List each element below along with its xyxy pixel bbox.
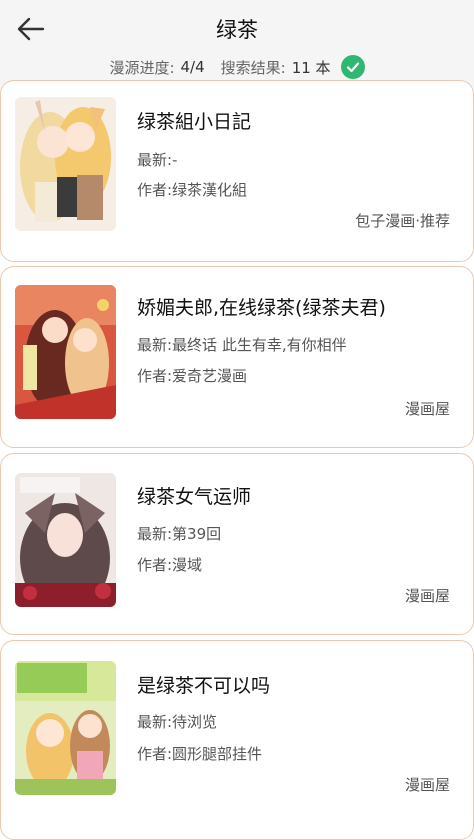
book-title: 娇媚夫郎,在线绿茶(绿茶夫君) (137, 297, 386, 319)
book-title: 绿茶組小日記 (137, 111, 252, 133)
page-title: 绿茶 (216, 18, 258, 42)
author: 作者:爱奇艺漫画 (137, 367, 248, 385)
result-label: 搜索结果: (220, 58, 286, 77)
latest-chapter: 最新:- (137, 151, 178, 169)
result-count: 11 本 (291, 58, 331, 77)
source-name: 漫画屋 (404, 776, 450, 794)
latest-chapter: 最新:待浏览 (137, 713, 218, 731)
latest-chapter: 最新:最终话 此生有幸,有你相伴 (137, 336, 347, 354)
result-card[interactable]: 绿茶組小日記 最新:- 作者:绿茶漢化組 包子漫画·推荐 (0, 80, 474, 262)
cover-image (15, 97, 116, 231)
progress-label: 漫源进度: (109, 58, 175, 77)
check-icon (340, 55, 365, 79)
cover-image (15, 285, 116, 419)
source-name: 包子漫画·推荐 (355, 212, 450, 230)
result-card[interactable]: 是绿茶不可以吗 最新:待浏览 作者:圆形腿部挂件 漫画屋 (0, 640, 474, 840)
book-title: 绿茶女气运师 (137, 486, 252, 508)
cover-image (15, 473, 116, 607)
app-header: 绿茶 漫源进度: 4/4 搜索结果: 11 本 (0, 0, 474, 92)
result-card[interactable]: 绿茶女气运师 最新:第39回 作者:漫域 漫画屋 (0, 453, 474, 635)
latest-chapter: 最新:第39回 (137, 525, 222, 543)
search-progress: 漫源进度: 4/4 搜索结果: 11 本 (0, 54, 474, 80)
author: 作者:绿茶漢化組 (137, 181, 248, 199)
cover-image (15, 661, 116, 795)
result-card[interactable]: 娇媚夫郎,在线绿茶(绿茶夫君) 最新:最终话 此生有幸,有你相伴 作者:爱奇艺漫… (0, 266, 474, 448)
source-name: 漫画屋 (404, 400, 450, 418)
author: 作者:漫域 (137, 556, 203, 574)
source-name: 漫画屋 (404, 587, 450, 605)
book-title: 是绿茶不可以吗 (137, 675, 271, 697)
progress-value: 4/4 (180, 58, 205, 76)
author: 作者:圆形腿部挂件 (137, 745, 263, 763)
